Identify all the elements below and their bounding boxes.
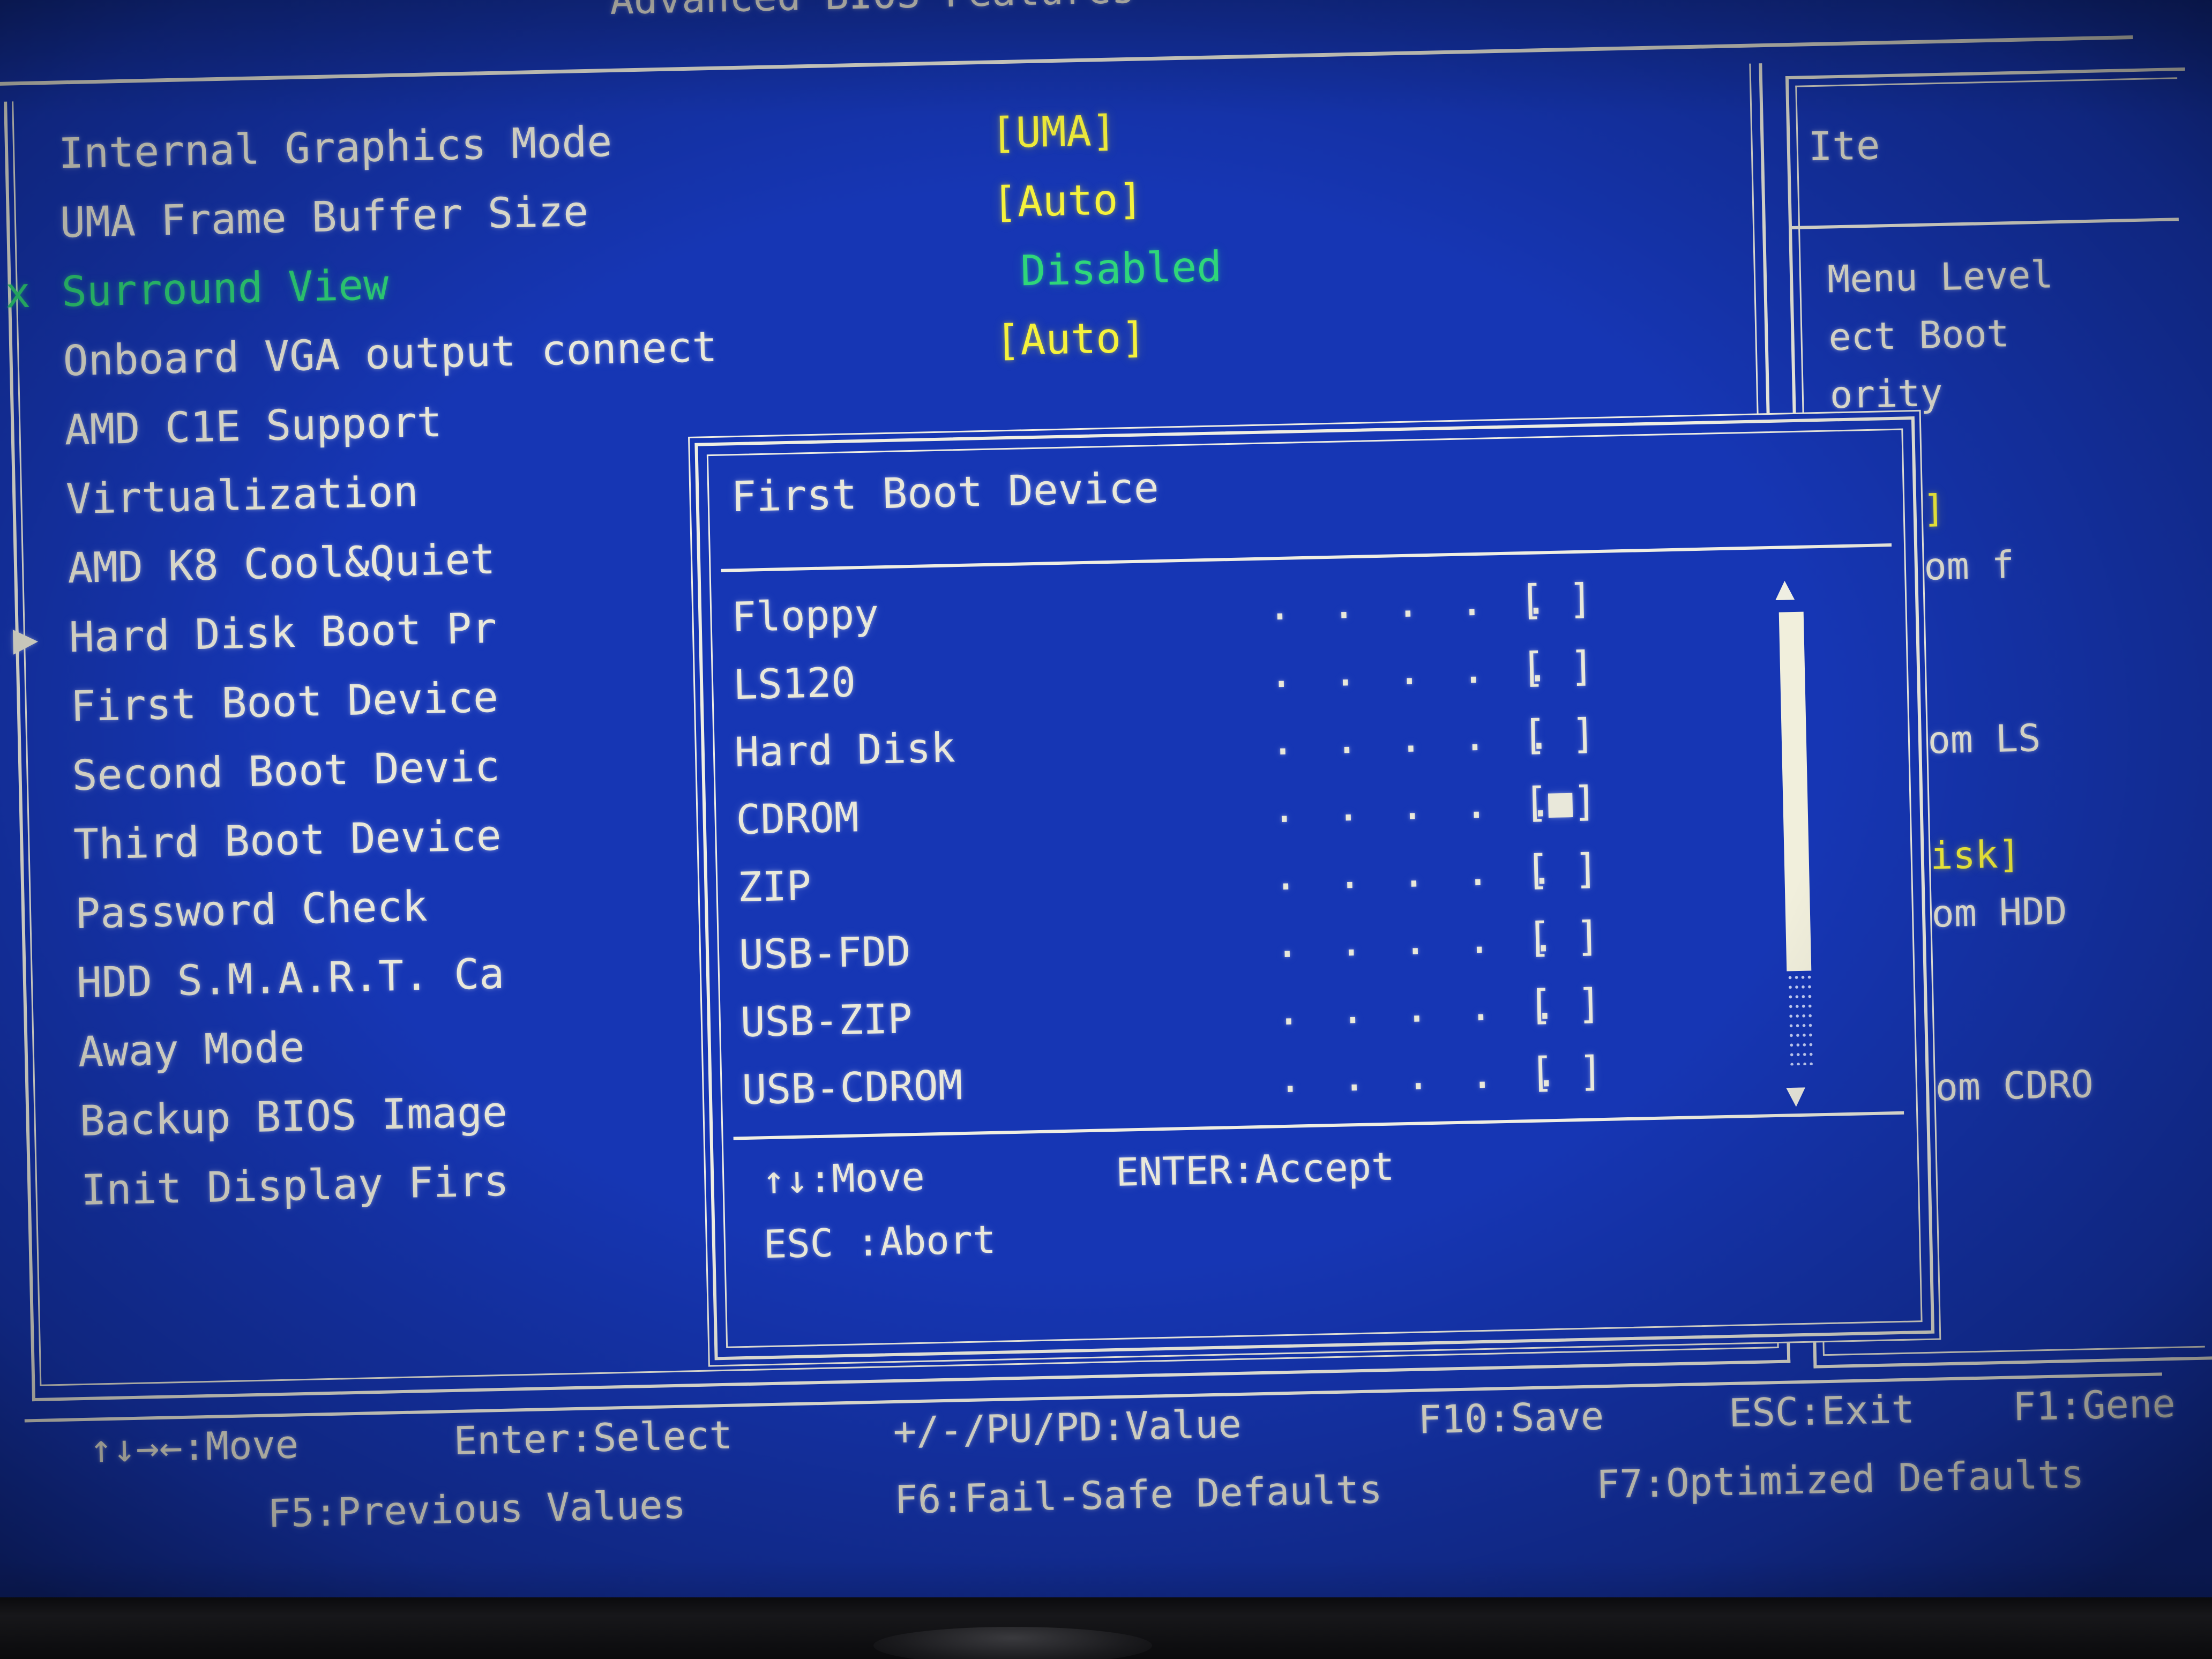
item-help-line: ect Boot [1828,311,2010,360]
setting-label: AMD C1E Support [64,398,443,455]
setting-label: AMD K8 Cool&Quiet [67,535,496,593]
key-hint: F10:Save [1417,1393,1605,1443]
setting-label: Surround View [61,261,390,317]
item-help-title: Ite [1807,122,1881,170]
dialog-key-hints: ↑↓:Move ENTER:Accept ESC :Abort [761,1133,1889,1287]
leader-dots: . . . . . [1271,778,1561,832]
checkbox-empty-icon[interactable]: [ ] [1529,1047,1603,1096]
key-hint: ESC:Exit [1728,1386,1915,1436]
key-hint: F5:Previous Values [267,1482,686,1536]
leader-dots: . . . . . [1273,845,1562,900]
checkbox-empty-icon[interactable]: [ ] [1525,845,1599,894]
setting-label: HDD S.M.A.R.T. Ca [76,950,505,1008]
setting-label: First Boot Device [70,673,499,731]
boot-device-label: CDROM [735,793,860,844]
disabled-marker-icon: x [4,268,31,318]
dialog-key-hint: ↑↓:Move [761,1154,925,1203]
leader-dots: . . . . . [1277,1048,1567,1102]
setting-label: Backup BIOS Image [79,1088,508,1146]
monitor-bezel [0,1597,2212,1659]
leader-dots: . . . . . [1275,980,1565,1035]
key-hint: ↑↓→←:Move [89,1422,299,1471]
scrollbar-track[interactable] [1787,974,1814,1066]
boot-device-label: Floppy [731,590,879,641]
boot-device-label: Hard Disk [734,723,956,776]
checkbox-empty-icon[interactable]: [ ] [1526,912,1601,961]
first-boot-device-dialog[interactable]: First Boot Device Floppy. . . . .[ ] LS12… [694,416,1935,1361]
page-title: Advanced BIOS Features [0,0,1784,38]
boot-device-label: LS120 [733,658,856,709]
leader-dots: . . . . . [1268,642,1558,697]
boot-device-label: USB-FDD [738,927,911,979]
boot-device-label: USB-CDROM [741,1061,963,1114]
checkbox-empty-icon[interactable]: [ ] [1520,642,1595,691]
key-hint: F1:Gene [2012,1380,2176,1430]
setting-label: Third Boot Device [73,811,502,870]
menu-level-label: Menu Level [1827,252,2054,302]
leader-dots: . . . . . [1267,575,1556,630]
setting-label: Password Check [74,882,428,939]
dialog-key-hint: ESC :Abort [763,1216,997,1267]
checkbox-empty-icon[interactable]: [ ] [1522,709,1596,759]
boot-device-label: ZIP [737,862,812,911]
key-hint: Enter:Select [453,1412,733,1463]
checkbox-checked-icon[interactable]: [■] [1523,777,1597,826]
checkbox-empty-icon[interactable]: [ ] [1519,574,1593,624]
monitor-stand-hinge [873,1627,1152,1659]
key-hint: +/-/PU/PD:Value [892,1401,1242,1454]
dialog-key-hint: ENTER:Accept [1115,1144,1395,1195]
setting-label: Virtualization [65,468,419,524]
dialog-title: First Boot Device [730,464,1160,522]
boot-device-option-list[interactable]: Floppy. . . . .[ ] LS120. . . . .[ ] Hard … [731,569,1867,1133]
scroll-up-arrow-icon[interactable]: ▲ [1775,569,1795,607]
scrollbar-thumb[interactable] [1778,611,1812,972]
setting-value[interactable]: [Auto] [992,175,1144,227]
bios-screen: Phoenix - AwardBIOS CMOS Setup Utility A… [0,0,2212,1659]
leader-dots: . . . . . [1269,710,1559,765]
setting-value[interactable]: [Auto] [995,313,1147,365]
checkbox-empty-icon[interactable]: [ ] [1528,980,1602,1029]
boot-device-label: USB-ZIP [739,995,913,1047]
setting-label: Away Mode [77,1023,305,1077]
setting-label: Second Boot Devic [71,742,500,801]
setting-value[interactable]: [UMA] [990,107,1117,158]
leader-dots: . . . . . [1274,913,1564,967]
scroll-down-arrow-icon[interactable]: ▼ [1786,1076,1806,1114]
setting-label: Init Display Firs [80,1157,510,1215]
setting-value[interactable]: Disabled [1020,243,1223,295]
setting-label: Hard Disk Boot Pr [68,604,498,662]
submenu-arrow-icon: ▶ [12,614,39,663]
